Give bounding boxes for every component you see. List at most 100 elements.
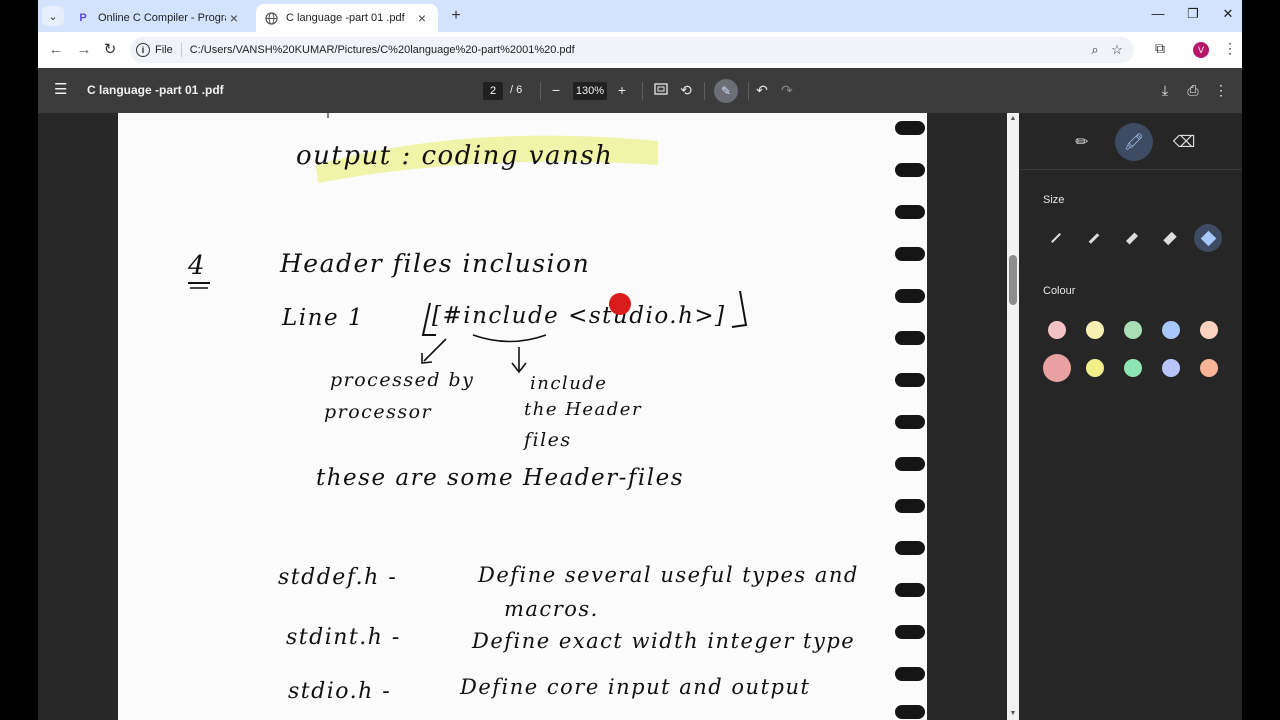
- binding-ring: [895, 541, 925, 555]
- colour-swatch[interactable]: [1162, 321, 1180, 339]
- size-option-3[interactable]: [1118, 224, 1146, 252]
- zoom-icon[interactable]: ⌕: [1084, 42, 1106, 58]
- divider: [748, 82, 749, 100]
- zoom-in-icon[interactable]: +: [612, 80, 632, 100]
- tab-title: C language -part 01 .pdf: [286, 12, 405, 24]
- spiral-binding: [891, 113, 927, 720]
- handwritten-line: files: [524, 429, 572, 451]
- binding-ring: [895, 499, 925, 513]
- close-icon[interactable]: ×: [226, 10, 242, 26]
- colour-swatch[interactable]: [1162, 359, 1180, 377]
- handwritten-line: Line 1: [282, 305, 364, 331]
- colour-label: Colour: [1043, 285, 1076, 297]
- handwritten-line: the Header: [524, 399, 643, 420]
- print-icon[interactable]: ⎙: [1183, 80, 1203, 100]
- divider: [1020, 169, 1242, 170]
- handwritten-line: stdint.h -: [286, 625, 401, 650]
- fit-page-icon[interactable]: [651, 80, 671, 100]
- close-icon[interactable]: ×: [414, 10, 430, 26]
- scheme-label: File: [155, 44, 173, 56]
- handwritten-line: macros.: [504, 597, 599, 621]
- pdf-toolbar: ☰ C language -part 01 .pdf 2 / 6 − 130% …: [38, 68, 1242, 113]
- new-tab-button[interactable]: +: [446, 6, 466, 26]
- size-option-1[interactable]: [1042, 224, 1070, 252]
- site-info-chip[interactable]: i File: [136, 43, 182, 57]
- colour-swatch[interactable]: [1200, 359, 1218, 377]
- address-bar[interactable]: i File C:/Users/VANSH%20KUMAR/Pictures/C…: [130, 37, 1134, 63]
- avatar[interactable]: V: [1193, 42, 1209, 58]
- size-option-4[interactable]: [1156, 224, 1184, 252]
- divider: [642, 82, 643, 100]
- back-icon[interactable]: ←: [46, 40, 66, 60]
- download-icon[interactable]: ⤓: [1155, 80, 1175, 100]
- info-icon: i: [136, 43, 150, 57]
- restore-icon[interactable]: ❐: [1183, 6, 1203, 22]
- tab-pdf[interactable]: C language -part 01 .pdf ×: [256, 4, 438, 32]
- handwritten-line: Define several useful types and: [478, 563, 859, 587]
- tab-programiz[interactable]: P Online C Compiler - Programiz ×: [68, 4, 250, 32]
- binding-ring: [895, 121, 925, 135]
- vertical-scrollbar[interactable]: ▲ ▼: [1007, 113, 1019, 720]
- handwritten-line: Define core input and output: [460, 675, 811, 699]
- size-option-5[interactable]: [1194, 224, 1222, 252]
- page-number-input[interactable]: 2: [483, 82, 503, 100]
- tab-strip: ⌄ P Online C Compiler - Programiz × C la…: [38, 0, 1242, 32]
- divider: [540, 82, 541, 100]
- scroll-down-icon[interactable]: ▼: [1007, 708, 1019, 720]
- window-close-icon[interactable]: ✕: [1218, 6, 1238, 22]
- highlighter-icon[interactable]: 🖍: [1115, 123, 1153, 161]
- extensions-icon[interactable]: ⧉: [1150, 40, 1170, 57]
- bracket-right: [731, 290, 748, 328]
- arrow-mark: [423, 338, 447, 362]
- colour-swatch[interactable]: [1043, 354, 1071, 382]
- annotation-panel: ✏ 🖍 ⌫ Size Colour: [1020, 113, 1242, 720]
- forward-icon[interactable]: →: [74, 40, 94, 60]
- handwritten-line: processed by: [330, 369, 475, 391]
- url-text[interactable]: C:/Users/VANSH%20KUMAR/Pictures/C%20lang…: [190, 44, 1084, 56]
- size-label: Size: [1043, 194, 1065, 206]
- size-option-2[interactable]: [1080, 224, 1108, 252]
- binding-ring: [895, 205, 925, 219]
- annotation-mode-icon[interactable]: ✎: [714, 79, 738, 103]
- zoom-out-icon[interactable]: −: [546, 80, 566, 100]
- binding-ring: [895, 583, 925, 597]
- handwritten-line: stdio.h -: [288, 679, 392, 704]
- redo-icon[interactable]: ↷: [777, 80, 797, 100]
- menu-icon[interactable]: ☰: [54, 82, 72, 98]
- colour-swatch[interactable]: [1124, 321, 1142, 339]
- eraser-icon[interactable]: ⌫: [1165, 123, 1203, 161]
- binding-ring: [895, 667, 925, 681]
- binding-ring: [895, 247, 925, 261]
- browser-toolbar: ← → ↻ i File C:/Users/VANSH%20KUMAR/Pict…: [38, 32, 1242, 68]
- binding-ring: [895, 705, 925, 719]
- binding-ring: [895, 457, 925, 471]
- bookmark-star-icon[interactable]: ☆: [1106, 42, 1128, 58]
- binding-ring: [895, 373, 925, 387]
- rotate-icon[interactable]: ⟲: [676, 80, 696, 100]
- more-options-icon[interactable]: ⋮: [1211, 80, 1231, 100]
- scrollbar-thumb[interactable]: [1009, 255, 1017, 305]
- reload-icon[interactable]: ↻: [100, 40, 120, 60]
- tab-search-button[interactable]: ⌄: [42, 6, 64, 26]
- brace-mark: [472, 334, 547, 343]
- handwritten-line: these are some Header-files: [316, 465, 685, 491]
- zoom-input[interactable]: 130%: [573, 82, 607, 100]
- scroll-up-icon[interactable]: ▲: [1007, 113, 1019, 125]
- minimize-icon[interactable]: —: [1148, 6, 1168, 21]
- globe-icon: [264, 11, 278, 25]
- more-options-icon[interactable]: ⋮: [1220, 40, 1240, 57]
- colour-swatch[interactable]: [1048, 321, 1066, 339]
- colour-swatch[interactable]: [1086, 359, 1104, 377]
- page-total: / 6: [510, 84, 523, 96]
- pdf-content-area: output : coding vansh 4 Header files inc…: [38, 113, 1242, 720]
- handwritten-line: 4: [188, 251, 207, 281]
- pen-cursor: [609, 293, 631, 315]
- pen-icon[interactable]: ✏: [1063, 123, 1101, 161]
- undo-icon[interactable]: ↶: [752, 80, 772, 100]
- colour-swatch[interactable]: [1124, 359, 1142, 377]
- handwritten-line: Header files inclusion: [280, 249, 591, 278]
- colour-swatch[interactable]: [1200, 321, 1218, 339]
- pdf-title: C language -part 01 .pdf: [87, 83, 224, 97]
- colour-swatch[interactable]: [1086, 321, 1104, 339]
- tab-title: Online C Compiler - Programiz: [98, 12, 226, 24]
